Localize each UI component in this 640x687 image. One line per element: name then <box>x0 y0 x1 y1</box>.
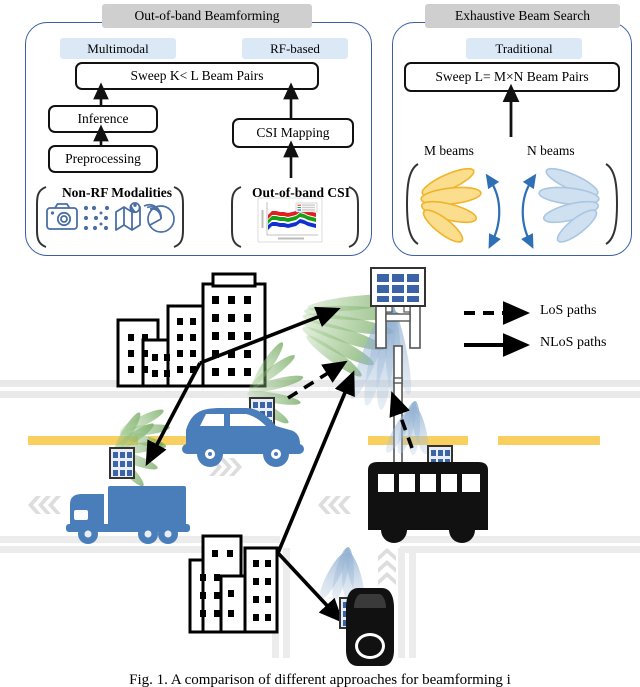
n-beam-lobes <box>538 167 600 243</box>
label-n-beams: N beams <box>527 143 575 158</box>
building-cluster-center <box>188 534 279 634</box>
black-car-bottom <box>346 588 394 666</box>
black-bus <box>368 462 488 543</box>
figure-caption: Fig. 1. A comparison of different approa… <box>129 672 511 687</box>
blue-car <box>182 408 304 467</box>
road-horizontal-upper <box>0 380 640 398</box>
m-beam-lobes <box>420 167 482 243</box>
n-beam-sweep-arrow <box>521 173 537 249</box>
blue-truck <box>66 486 190 544</box>
scene-legend-symbols <box>464 301 531 357</box>
chevrons-left-truck <box>28 496 61 514</box>
label-m-beams: M beams <box>424 143 474 158</box>
chevrons-left-bus <box>318 496 351 514</box>
legend-label-los: LoS paths <box>540 303 597 318</box>
beamset-n-beams <box>521 163 619 249</box>
m-beam-sweep-arrow <box>485 173 501 249</box>
road-lane-markings-upper <box>28 436 600 445</box>
figure-canvas: Out-of-band Beamforming Multimodal RF-ba… <box>0 0 640 687</box>
beamset-m-beams <box>405 163 501 249</box>
nlos-center-building-to-tower <box>276 370 355 554</box>
beam-fan-blue-bus <box>386 401 429 455</box>
chevrons-up <box>378 548 396 585</box>
legend-label-nlos: NLoS paths <box>540 335 607 350</box>
antenna-unit-truck <box>109 447 135 479</box>
